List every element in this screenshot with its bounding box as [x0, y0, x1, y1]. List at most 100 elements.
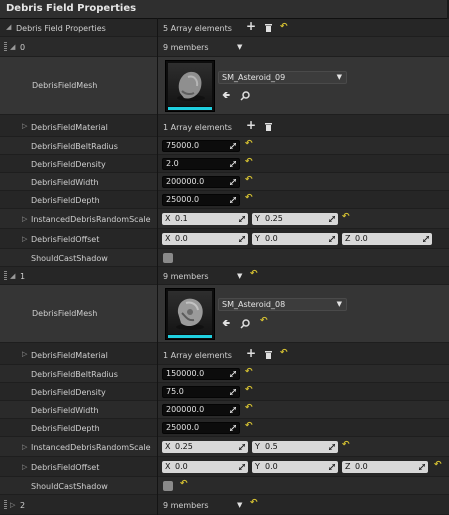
drag-value-icon: [329, 464, 335, 470]
clear-array-icon[interactable]: [265, 351, 272, 359]
reset-to-default-icon[interactable]: ↶: [250, 269, 258, 279]
asteroid-preview-image: [168, 291, 212, 334]
reset-to-default-icon[interactable]: ↶: [434, 460, 442, 470]
panel-header[interactable]: Debris Field Properties: [0, 0, 447, 19]
width-input[interactable]: 200000.0: [162, 404, 240, 416]
array-count: 5 Array elements: [163, 24, 232, 33]
root-array-label: Debris Field Properties: [16, 24, 106, 33]
x-axis-label: X: [165, 462, 171, 471]
element-options-dropdown-icon[interactable]: ▼: [237, 272, 242, 280]
offset-z-input[interactable]: Z 0.0: [342, 461, 428, 473]
offset-x-input[interactable]: X 0.0: [162, 233, 248, 245]
clear-array-icon[interactable]: [265, 24, 272, 32]
expand-arrow-icon[interactable]: ▷: [22, 350, 27, 358]
mesh-label: DebrisFieldMesh: [32, 81, 98, 90]
density-value: 2.0: [166, 159, 179, 168]
offset-x-input[interactable]: X 0.0: [162, 461, 248, 473]
scale-x-value: 0.1: [175, 214, 188, 223]
reset-to-default-icon[interactable]: ↶: [342, 212, 350, 222]
x-axis-label: X: [165, 234, 171, 243]
add-element-icon[interactable]: +: [246, 118, 256, 132]
reset-to-default-icon[interactable]: ↶: [342, 440, 350, 450]
drag-handle-icon[interactable]: [4, 500, 7, 510]
reset-to-default-icon[interactable]: ↶: [245, 139, 253, 149]
element-options-dropdown-icon[interactable]: ▼: [237, 43, 242, 51]
expand-arrow-icon[interactable]: ▷: [22, 235, 27, 243]
mesh-asset-picker[interactable]: SM_Asteroid_09 ▼: [218, 71, 347, 84]
mesh-thumbnail[interactable]: [165, 288, 215, 340]
density-input[interactable]: 2.0: [162, 158, 240, 170]
reset-to-default-icon[interactable]: ↶: [245, 403, 253, 413]
x-axis-label: X: [165, 214, 171, 223]
reset-to-default-icon[interactable]: ↶: [260, 316, 268, 326]
offset-z-input[interactable]: Z 0.0: [342, 233, 432, 245]
expand-arrow-icon[interactable]: ▷: [10, 501, 15, 509]
reset-to-default-icon[interactable]: ↶: [245, 175, 253, 185]
material-row: ▷ DebrisFieldMaterial 1 Array elements +…: [0, 343, 449, 365]
reset-to-default-icon[interactable]: ↶: [245, 385, 253, 395]
belt-radius-label: DebrisFieldBeltRadius: [31, 370, 118, 379]
belt-radius-input[interactable]: 75000.0: [162, 140, 240, 152]
width-input[interactable]: 200000.0: [162, 176, 240, 188]
browse-search-icon[interactable]: [240, 91, 250, 101]
drag-value-icon: [230, 197, 236, 203]
browse-search-icon[interactable]: [240, 319, 250, 329]
array-element-row: ▷ 2 9 members ▼ ↶: [0, 495, 449, 515]
expand-arrow-icon[interactable]: ▷: [22, 215, 27, 223]
reset-to-default-icon[interactable]: ↶: [245, 157, 253, 167]
reset-to-default-icon[interactable]: ↶: [180, 479, 188, 489]
mesh-asset-picker[interactable]: SM_Asteroid_08 ▼: [218, 298, 347, 311]
drag-value-icon: [239, 464, 245, 470]
density-label: DebrisFieldDensity: [31, 388, 106, 397]
depth-input[interactable]: 25000.0: [162, 194, 240, 206]
belt-radius-input[interactable]: 150000.0: [162, 368, 240, 380]
width-label: DebrisFieldWidth: [31, 178, 99, 187]
add-element-icon[interactable]: +: [246, 19, 256, 33]
reset-to-default-icon[interactable]: ↶: [245, 193, 253, 203]
drag-value-icon: [230, 389, 236, 395]
drag-value-icon: [329, 236, 335, 242]
chevron-down-icon: ▼: [336, 300, 342, 308]
drag-value-icon: [239, 236, 245, 242]
cast-shadow-checkbox[interactable]: [163, 481, 173, 491]
scale-x-input[interactable]: X 0.25: [162, 441, 248, 453]
scale-y-input[interactable]: Y 0.5: [252, 441, 338, 453]
offset-z-value: 0.0: [355, 462, 368, 471]
scale-y-input[interactable]: Y 0.25: [252, 213, 338, 225]
belt-radius-row: DebrisFieldBeltRadius 75000.0 ↶: [0, 137, 449, 155]
use-selected-arrow-icon[interactable]: 🢀: [222, 88, 230, 105]
reset-to-default-icon[interactable]: ↶: [245, 421, 253, 431]
density-input[interactable]: 75.0: [162, 386, 240, 398]
reset-to-default-icon[interactable]: ↶: [280, 348, 288, 358]
reset-to-default-icon[interactable]: ↶: [250, 498, 258, 508]
expand-arrow-icon[interactable]: ▷: [22, 443, 27, 451]
material-array-count: 1 Array elements: [163, 123, 232, 132]
add-element-icon[interactable]: +: [246, 346, 256, 360]
offset-y-input[interactable]: Y 0.0: [252, 233, 338, 245]
element-index: 2: [20, 501, 26, 510]
belt-radius-label: DebrisFieldBeltRadius: [31, 142, 118, 151]
material-label: DebrisFieldMaterial: [31, 351, 108, 360]
drag-value-icon: [239, 444, 245, 450]
drag-handle-icon[interactable]: [4, 42, 7, 52]
scale-x-value: 0.25: [175, 442, 193, 451]
reset-to-default-icon[interactable]: ↶: [245, 367, 253, 377]
collapse-arrow-icon[interactable]: ◢: [10, 272, 15, 280]
offset-y-input[interactable]: Y 0.0: [252, 461, 338, 473]
asteroid-preview-image: [168, 63, 212, 106]
drag-handle-icon[interactable]: [4, 271, 7, 281]
collapse-arrow-icon[interactable]: ◢: [6, 23, 11, 31]
clear-array-icon[interactable]: [265, 123, 272, 131]
mesh-thumbnail[interactable]: [165, 60, 215, 112]
collapse-arrow-icon[interactable]: ◢: [10, 43, 15, 51]
column-divider[interactable]: [157, 18, 158, 515]
reset-to-default-icon[interactable]: ↶: [280, 22, 288, 32]
scale-x-input[interactable]: X 0.1: [162, 213, 248, 225]
expand-arrow-icon[interactable]: ▷: [22, 122, 27, 130]
element-options-dropdown-icon[interactable]: ▼: [237, 501, 242, 509]
cast-shadow-checkbox[interactable]: [163, 253, 173, 263]
use-selected-arrow-icon[interactable]: 🢀: [222, 316, 230, 333]
depth-input[interactable]: 25000.0: [162, 422, 240, 434]
expand-arrow-icon[interactable]: ▷: [22, 463, 27, 471]
cast-shadow-row: ShouldCastShadow: [0, 249, 449, 267]
